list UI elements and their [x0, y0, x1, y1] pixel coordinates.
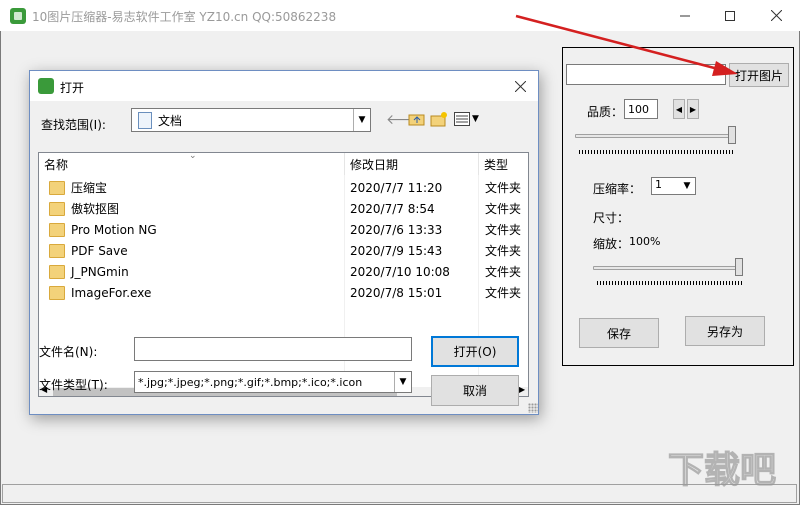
- watermark-logo: 下载吧: [666, 444, 792, 494]
- annotation-arrow-icon: [515, 14, 738, 76]
- svg-text:下载吧: 下载吧: [668, 450, 776, 491]
